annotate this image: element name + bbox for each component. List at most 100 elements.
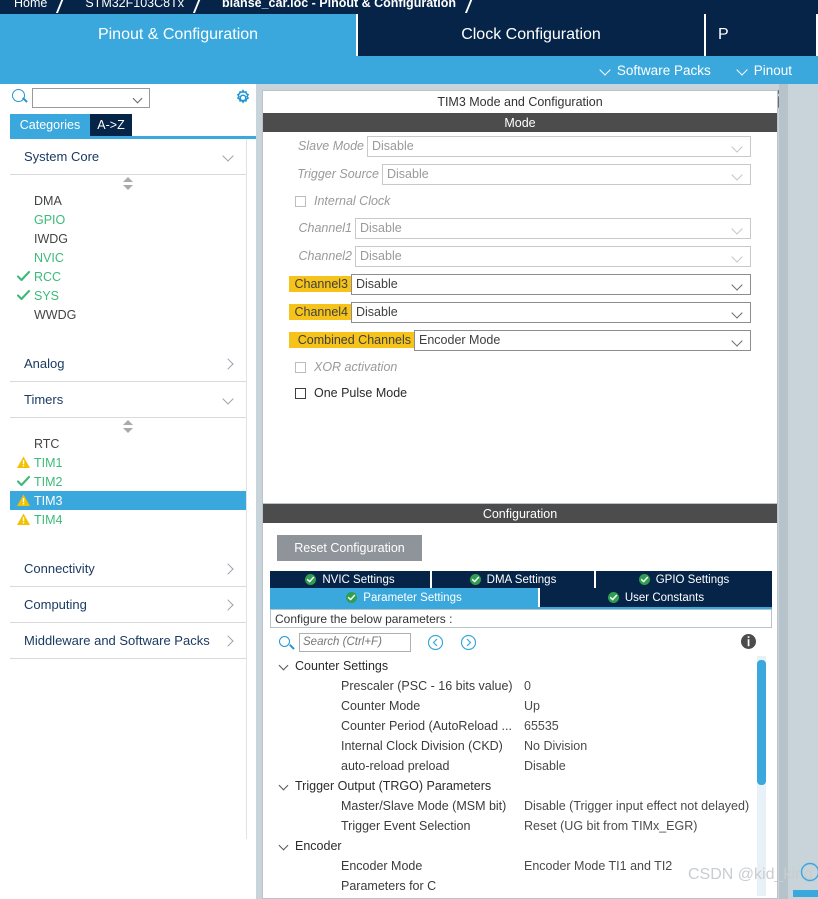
chevron-down-icon[interactable] <box>733 253 743 263</box>
parameter-search-box[interactable] <box>299 632 411 652</box>
breadcrumb-item[interactable]: STM32F103C8Tx <box>71 0 190 10</box>
chevron-right-icon <box>222 599 234 611</box>
chevron-down-icon[interactable] <box>733 171 743 181</box>
ip-list-scroll-handle[interactable] <box>10 175 246 191</box>
param-group-encoder[interactable]: Encoder <box>270 836 772 856</box>
panel-scrollbar[interactable] <box>779 84 788 899</box>
mode-checkbox-row-xor-activation[interactable]: XOR activation <box>263 354 777 380</box>
param-value[interactable]: Encoder Mode TI1 and TI2 <box>524 859 672 873</box>
param-value[interactable]: Disable <box>524 759 566 773</box>
mode-select-value: Disable <box>387 167 429 181</box>
ip-item-wwdg[interactable]: WWDG <box>10 305 246 324</box>
parameter-tree[interactable]: Counter Settings Prescaler (PSC - 16 bits… <box>270 656 772 896</box>
ip-group-timers[interactable]: Timers <box>10 382 246 418</box>
ip-item-gpio[interactable]: GPIO <box>10 210 246 229</box>
tab-dma-settings[interactable]: DMA Settings <box>432 571 596 588</box>
mode-select-channel2[interactable]: Disable <box>355 245 751 267</box>
param-group-trigger-output-trgo-parameters[interactable]: Trigger Output (TRGO) Parameters <box>270 776 772 796</box>
param-value[interactable]: 65535 <box>524 719 559 733</box>
mode-select-channel4[interactable]: Disable <box>351 301 751 323</box>
param-row-encoder-mode[interactable]: Encoder Mode Encoder Mode TI1 and TI2 <box>270 856 772 876</box>
param-value[interactable]: 0 <box>524 679 531 693</box>
tab-clock-configuration[interactable]: Clock Configuration <box>358 14 706 56</box>
ip-group-middleware-and-software-packs[interactable]: Middleware and Software Packs <box>10 623 246 659</box>
mode-select-channel1[interactable]: Disable <box>355 217 751 239</box>
param-value[interactable]: No Division <box>524 739 587 753</box>
tab-a-to-z[interactable]: A->Z <box>90 114 132 136</box>
mode-select-channel3[interactable]: Disable <box>351 273 751 295</box>
param-row-prescaler-psc-16-bits-value-[interactable]: Prescaler (PSC - 16 bits value) 0 <box>270 676 772 696</box>
tab-nvic-settings[interactable]: NVIC Settings <box>270 571 432 588</box>
param-value[interactable]: Disable (Trigger input effect not delaye… <box>524 799 749 813</box>
chevron-down-icon[interactable] <box>278 780 290 792</box>
tab-parameter-settings[interactable]: Parameter Settings <box>270 588 540 607</box>
param-row-internal-clock-division-ckd-[interactable]: Internal Clock Division (CKD) No Division <box>270 736 772 756</box>
ip-search-combo[interactable] <box>32 88 150 109</box>
chevron-down-icon[interactable] <box>278 840 290 852</box>
mode-select-trigger-source[interactable]: Disable <box>382 163 751 185</box>
software-packs-menu[interactable]: Software Packs <box>600 63 711 78</box>
reset-configuration-button[interactable]: Reset Configuration <box>277 535 422 561</box>
ip-search-input[interactable] <box>33 89 130 109</box>
checkbox-label-one-pulse-mode: One Pulse Mode <box>314 386 408 400</box>
info-icon[interactable] <box>740 633 757 650</box>
ip-group-computing[interactable]: Computing <box>10 587 246 623</box>
param-row-trigger-event-selection[interactable]: Trigger Event Selection Reset (UG bit fro… <box>270 816 772 836</box>
ip-group-connectivity[interactable]: Connectivity <box>10 551 246 587</box>
circle-left-icon[interactable] <box>427 634 444 651</box>
ip-group-system-core[interactable]: System Core <box>10 139 246 175</box>
mode-row-channel3: Channel3 Disable <box>263 270 777 298</box>
chevron-down-icon[interactable] <box>733 281 743 291</box>
parameter-search-input[interactable] <box>300 633 409 651</box>
chevron-down-icon[interactable] <box>278 660 290 672</box>
ip-item-nvic[interactable]: NVIC <box>10 248 246 267</box>
tab-pinout-configuration[interactable]: Pinout & Configuration <box>0 14 358 56</box>
chevron-down-icon[interactable] <box>733 225 743 235</box>
param-group-counter-settings[interactable]: Counter Settings <box>270 656 772 676</box>
breadcrumb-item[interactable]: bianse_car.ioc - Pinout & Configuration <box>208 0 462 10</box>
ip-item-iwdg[interactable]: IWDG <box>10 229 246 248</box>
param-value[interactable]: Up <box>524 699 540 713</box>
mode-select-slave-mode[interactable]: Disable <box>367 135 751 157</box>
gear-icon[interactable] <box>234 89 252 107</box>
param-row-counter-period-autoreload-[interactable]: Counter Period (AutoReload ... 65535 <box>270 716 772 736</box>
param-row-counter-mode[interactable]: Counter Mode Up <box>270 696 772 716</box>
checkbox-one-pulse-mode[interactable] <box>295 387 306 399</box>
ip-item-tim3[interactable]: TIM3 <box>10 491 246 510</box>
chevron-down-icon[interactable] <box>733 143 743 153</box>
ip-category-list[interactable]: System Core DMA GPIO IWDG NVIC RCC SYS WWDG Anal… <box>10 139 247 839</box>
tab-gpio-settings[interactable]: GPIO Settings <box>596 571 772 588</box>
circle-right-icon[interactable] <box>460 634 477 651</box>
ip-item-rcc[interactable]: RCC <box>10 267 246 286</box>
ip-item-tim2[interactable]: TIM2 <box>10 472 246 491</box>
checkbox-internal-clock[interactable] <box>295 195 306 207</box>
ip-item-tim1[interactable]: TIM1 <box>10 453 246 472</box>
parameter-scrollbar-thumb[interactable] <box>757 660 766 785</box>
chevron-down-icon[interactable] <box>733 337 743 347</box>
ip-item-sys[interactable]: SYS <box>10 286 246 305</box>
param-value[interactable]: Reset (UG bit from TIMx_EGR) <box>524 819 697 833</box>
chevron-right-icon <box>222 358 234 370</box>
pinout-menu[interactable]: Pinout <box>737 63 792 78</box>
help-circle-icon[interactable] <box>800 862 818 882</box>
param-row-master-slave-mode-msm-bit-[interactable]: Master/Slave Mode (MSM bit) Disable (Trig… <box>270 796 772 816</box>
ip-item-rtc[interactable]: RTC <box>10 434 246 453</box>
chevron-down-icon[interactable] <box>733 309 743 319</box>
param-row-parameters-for-c[interactable]: Parameters for C <box>270 876 772 896</box>
ip-group-analog[interactable]: Analog <box>10 346 246 382</box>
tab-user-constants[interactable]: User Constants <box>540 588 772 607</box>
ip-item-tim4[interactable]: TIM4 <box>10 510 246 529</box>
tab-label: Parameter Settings <box>363 591 462 604</box>
breadcrumb-item[interactable]: Home <box>0 0 53 10</box>
checkbox-xor-activation[interactable] <box>295 361 306 373</box>
ip-list-scroll-handle[interactable] <box>10 418 246 434</box>
mode-select-combined-channels[interactable]: Encoder Mode <box>414 329 751 351</box>
chevron-down-icon[interactable] <box>134 95 143 104</box>
mode-checkbox-row-internal-clock[interactable]: Internal Clock <box>263 188 777 214</box>
chevron-down-icon <box>222 394 234 406</box>
tab-categories[interactable]: Categories <box>10 114 90 136</box>
ip-item-dma[interactable]: DMA <box>10 191 246 210</box>
mode-checkbox-row-one-pulse-mode[interactable]: One Pulse Mode <box>263 380 777 406</box>
tab-project-manager[interactable]: P <box>706 14 818 56</box>
param-row-auto-reload-preload[interactable]: auto-reload preload Disable <box>270 756 772 776</box>
